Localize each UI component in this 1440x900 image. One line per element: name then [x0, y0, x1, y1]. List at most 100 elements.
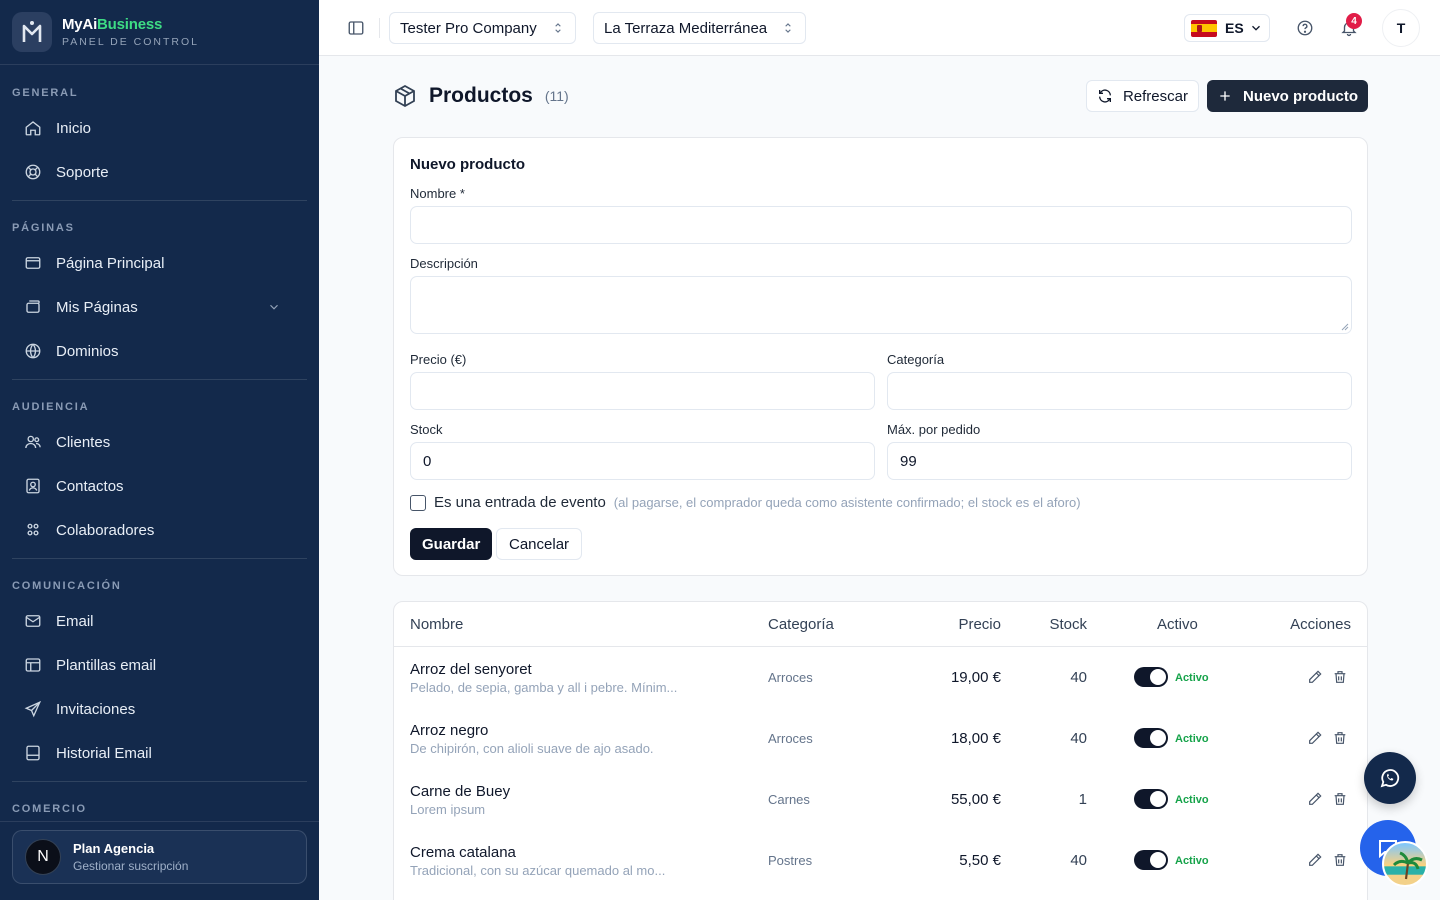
language-select[interactable]: ES — [1184, 14, 1270, 42]
column-header-name[interactable]: Nombre — [410, 616, 463, 633]
max-per-order-label: Máx. por pedido — [887, 422, 981, 437]
stock-label: Stock — [410, 422, 443, 437]
sidebar-item-pagina-principal[interactable]: Página Principal — [0, 241, 319, 285]
plan-avatar: N — [25, 839, 61, 875]
product-count: (11) — [544, 88, 569, 104]
refresh-button[interactable]: Refrescar — [1085, 80, 1199, 112]
event-ticket-hint: (al pagarse, el comprador queda como asi… — [613, 495, 1081, 510]
help-icon[interactable] — [1296, 19, 1314, 37]
sidebar-item-label: Página Principal — [56, 254, 165, 272]
event-ticket-label[interactable]: Es una entrada de evento — [434, 494, 606, 511]
edit-pencil-icon[interactable] — [1307, 791, 1323, 807]
sidebar-toggle-icon[interactable] — [347, 19, 365, 37]
sidebar-item-dominios[interactable]: Dominios — [0, 329, 319, 373]
product-stock: 40 — [1070, 669, 1087, 686]
company-select[interactable]: Tester Pro Company — [389, 12, 576, 44]
sidebar-item-soporte[interactable]: Soporte — [0, 150, 319, 194]
plan-title: Plan Agencia — [73, 841, 155, 856]
column-header-price[interactable]: Precio — [958, 616, 1001, 633]
whatsapp-icon — [1380, 769, 1400, 788]
brand[interactable]: MyAiBusiness PANEL DE CONTROL — [0, 0, 319, 65]
active-toggle[interactable] — [1134, 850, 1168, 870]
user-avatar[interactable]: T — [1382, 9, 1420, 47]
sidebar-item-plantillas-email[interactable]: Plantillas email — [0, 643, 319, 687]
table-row[interactable]: Arroz del senyoret Pelado, de sepia, gam… — [394, 647, 1367, 708]
page-title: Productos — [429, 84, 533, 107]
edit-pencil-icon[interactable] — [1307, 852, 1323, 868]
category-input[interactable] — [887, 372, 1352, 410]
sidebar-item-historial-email[interactable]: Historial Email — [0, 731, 319, 775]
edit-pencil-icon[interactable] — [1307, 669, 1323, 685]
plan-card[interactable]: N Plan Agencia Gestionar suscripción — [12, 830, 307, 884]
active-status: Activo — [1175, 794, 1209, 806]
product-description: Tradicional, con su azúcar quemado al mo… — [410, 863, 666, 878]
product-price: 5,50 € — [959, 852, 1001, 869]
product-stock: 1 — [1078, 791, 1087, 808]
sidebar-item-clientes[interactable]: Clientes — [0, 420, 319, 464]
sidebar-item-label: Soporte — [56, 163, 109, 181]
pages-icon — [26, 300, 40, 313]
active-status: Activo — [1175, 855, 1209, 867]
edit-pencil-icon[interactable] — [1307, 730, 1323, 746]
language-code: ES — [1225, 20, 1244, 36]
column-header-category[interactable]: Categoría — [768, 616, 834, 633]
active-toggle[interactable] — [1134, 667, 1168, 687]
sidebar-item-colaboradores[interactable]: Colaboradores — [0, 508, 319, 552]
save-button[interactable]: Guardar — [410, 528, 493, 560]
sidebar-item-inicio[interactable]: Inicio — [0, 106, 319, 150]
new-product-label: Nuevo producto — [1243, 87, 1358, 105]
description-label: Descripción — [410, 256, 478, 271]
users-icon — [25, 435, 41, 449]
resize-handle-icon[interactable] — [1341, 323, 1349, 331]
category-label: Categoría — [887, 352, 945, 367]
description-textarea[interactable] — [410, 276, 1352, 334]
product-category: Arroces — [768, 731, 813, 746]
trash-icon[interactable] — [1332, 730, 1348, 746]
home-icon — [25, 121, 41, 136]
page-header: Productos (11) Refrescar Nuevo producto — [393, 80, 1368, 112]
sidebar-item-invitaciones[interactable]: Invitaciones — [0, 687, 319, 731]
globe-icon — [25, 343, 41, 359]
event-ticket-checkbox[interactable] — [410, 494, 426, 511]
product-name: Arroz del senyoret — [410, 661, 532, 678]
table-row[interactable]: Carne de Buey Lorem ipsum Carnes 55,00 €… — [394, 769, 1367, 830]
stock-input[interactable]: 0 — [410, 442, 875, 480]
column-header-stock[interactable]: Stock — [1049, 616, 1087, 633]
product-category: Postres — [768, 853, 813, 868]
whatsapp-button[interactable] — [1364, 752, 1416, 804]
refresh-label: Refrescar — [1122, 87, 1188, 105]
sidebar-item-contactos[interactable]: Contactos — [0, 464, 319, 508]
sidebar-item-mis-paginas[interactable]: Mis Páginas — [0, 285, 319, 329]
active-toggle[interactable] — [1134, 728, 1168, 748]
beach-avatar-icon[interactable] — [1382, 841, 1428, 887]
table-row[interactable]: Arroz negro De chipirón, con alioli suav… — [394, 708, 1367, 769]
browser-icon — [25, 257, 41, 269]
trash-icon[interactable] — [1332, 852, 1348, 868]
name-input[interactable] — [410, 206, 1352, 244]
site-select[interactable]: La Terraza Mediterránea — [593, 12, 807, 44]
mail-icon — [25, 615, 41, 627]
active-status: Activo — [1175, 672, 1209, 684]
sidebar-item-label: Dominios — [56, 342, 119, 360]
table-row[interactable]: Crema catalana Tradicional, con su azúca… — [394, 830, 1367, 891]
price-input[interactable] — [410, 372, 875, 410]
section-label-comunicacion: COMUNICACIÓN — [12, 580, 122, 592]
send-icon — [24, 700, 42, 718]
sidebar-item-email[interactable]: Email — [0, 599, 319, 643]
divider — [0, 821, 319, 822]
team-icon — [27, 523, 39, 536]
section-label-general: GENERAL — [12, 87, 79, 99]
cancel-button[interactable]: Cancelar — [496, 528, 583, 560]
notification-badge: 4 — [1346, 13, 1362, 29]
trash-icon[interactable] — [1332, 791, 1348, 807]
product-name: Carne de Buey — [410, 783, 511, 800]
inbox-icon — [26, 745, 40, 761]
max-per-order-input[interactable]: 99 — [887, 442, 1352, 480]
topbar: Tester Pro Company La Terraza Mediterrán… — [319, 0, 1440, 56]
chevron-down-icon[interactable] — [267, 300, 281, 314]
active-toggle[interactable] — [1134, 789, 1168, 809]
column-header-active[interactable]: Activo — [1157, 616, 1198, 633]
trash-icon[interactable] — [1332, 669, 1348, 685]
new-product-button[interactable]: Nuevo producto — [1207, 80, 1368, 112]
chevron-updown-icon — [785, 23, 791, 33]
